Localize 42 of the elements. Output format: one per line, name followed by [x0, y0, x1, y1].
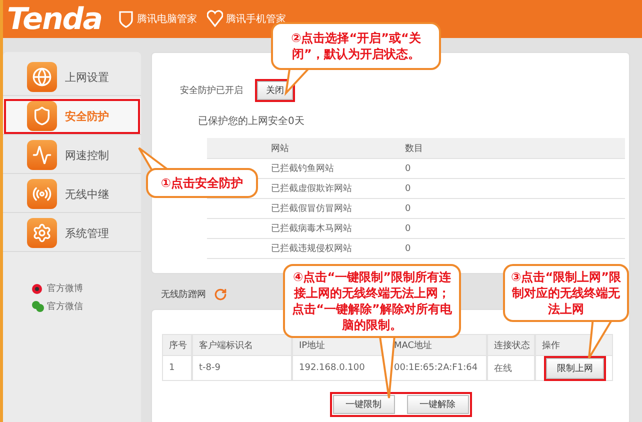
protection-summary: 已保护您的上网安全0天 — [198, 114, 304, 128]
column-header: 连接状态 — [487, 334, 535, 356]
table-cell: 在线 — [487, 356, 535, 381]
sidebar-item[interactable]: 无线中继 — [3, 176, 141, 213]
tenda-logo: Tenda — [7, 2, 102, 36]
restrict-button[interactable]: 限制上网 — [546, 358, 604, 378]
status-label: 安全防护已开启 — [180, 84, 243, 97]
column-header: 数目 — [397, 138, 625, 159]
table-cell: t-8-9 — [192, 356, 292, 381]
bulk-action-button[interactable]: 一键解除 — [406, 395, 468, 414]
callout-bubble: ④点击“一键限制”限制所有连接上网的无线终端无法上网；点击“一键解除”解除对所有电脑的限制。 — [283, 264, 461, 338]
weibo-icon — [31, 281, 45, 295]
table-cell: 0 — [397, 239, 625, 259]
wechat-icon — [31, 299, 45, 313]
sidebar-item[interactable]: 网速控制 — [3, 137, 141, 174]
close-protection-button[interactable]: 关闭 — [257, 81, 293, 100]
column-header: 网站 — [207, 138, 397, 159]
column-header: 序号 — [162, 334, 192, 356]
column-header: 客户端标识名 — [192, 334, 292, 356]
gear-icon — [27, 218, 57, 248]
table-cell: 已拦截违规侵权网站 — [207, 239, 397, 259]
table-cell: 0 — [397, 179, 625, 199]
antenna-icon — [27, 179, 57, 209]
social-link[interactable]: 官方微博 — [47, 282, 83, 294]
heart-icon — [207, 10, 224, 28]
refresh-icon[interactable] — [214, 288, 227, 301]
table-cell: 0 — [397, 199, 625, 219]
bulk-action-button[interactable]: 一键限制 — [332, 395, 394, 414]
social-link[interactable]: 官方微信 — [47, 300, 83, 312]
sidebar-item[interactable]: 上网设置 — [3, 59, 141, 96]
section-title: 无线防蹭网 — [161, 288, 206, 301]
table-cell: 已拦截病毒木马网站 — [207, 219, 397, 239]
sidebar-item[interactable]: 系统管理 — [3, 215, 141, 252]
pulse-icon — [27, 140, 57, 170]
globe-icon — [27, 62, 57, 92]
table-cell: 0 — [397, 219, 625, 239]
table-cell: 已拦截假冒仿冒网站 — [207, 199, 397, 219]
shield-icon — [27, 101, 57, 131]
shield-icon — [118, 10, 134, 28]
callout-bubble: ③点击“限制上网”限制对应的无线终端无法上网 — [503, 264, 629, 322]
table-cell: 0 — [397, 159, 625, 179]
table-cell: 1 — [162, 356, 192, 381]
